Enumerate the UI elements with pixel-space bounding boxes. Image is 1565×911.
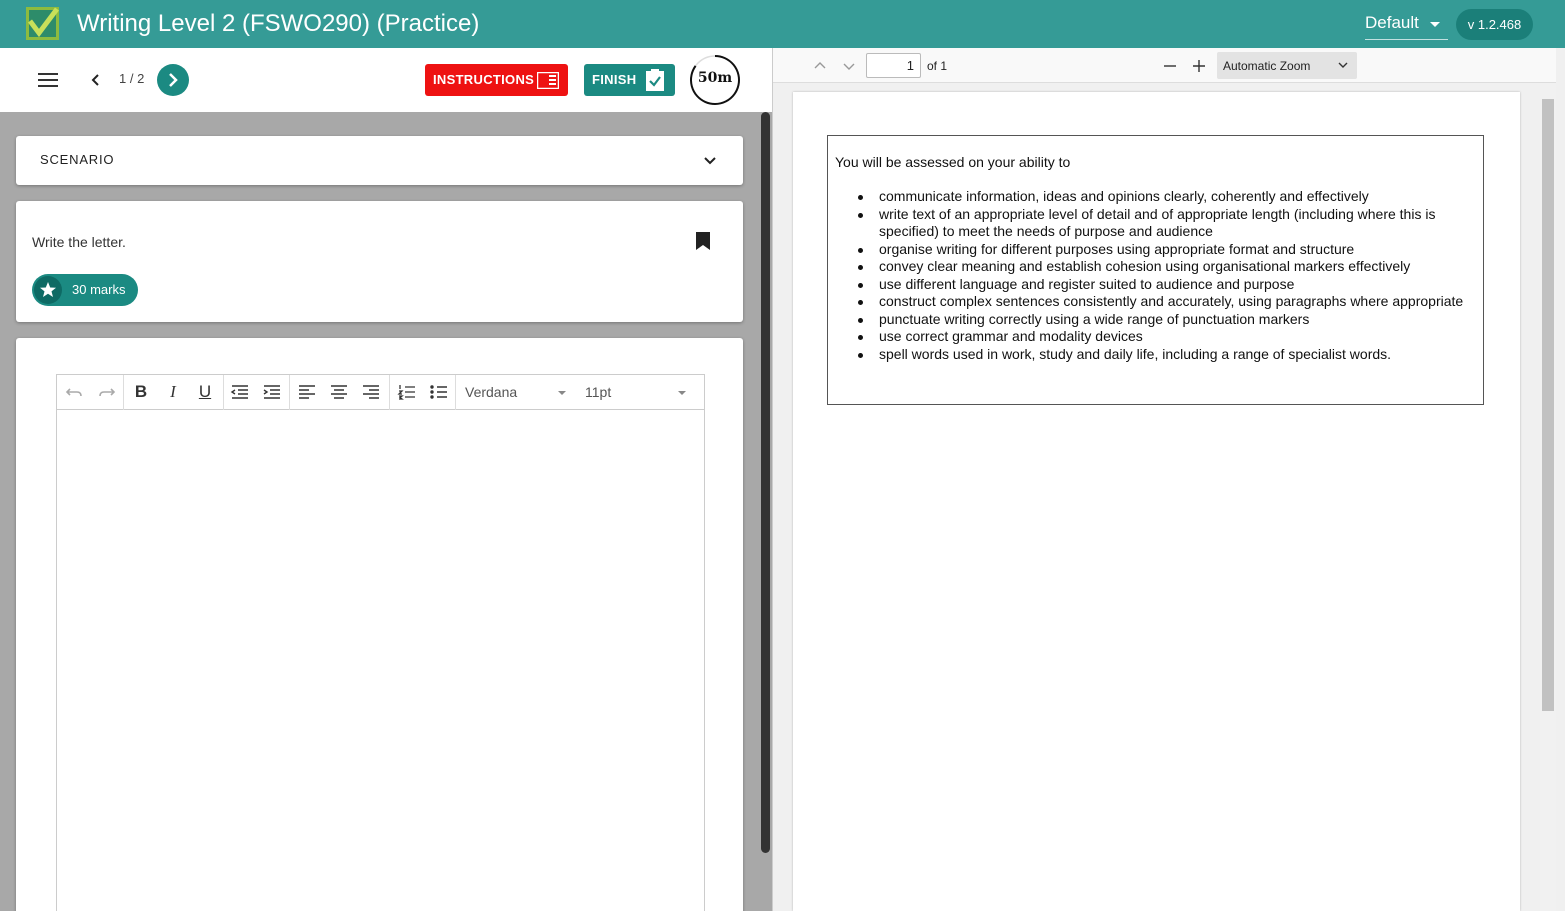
assessment-criterion: convey clear meaning and establish cohes… (835, 258, 1475, 276)
theme-value: Default (1365, 13, 1419, 32)
finish-button[interactable]: FINISH (584, 64, 675, 96)
pdf-page: You will be assessed on your ability to … (793, 92, 1520, 911)
bullet-list-icon[interactable] (427, 381, 451, 403)
chevron-down-icon[interactable] (702, 153, 718, 169)
chevron-right-icon (169, 73, 178, 87)
page-number-input[interactable]: 1 (866, 53, 921, 78)
bold-button[interactable]: B (129, 381, 153, 403)
chevron-left-icon[interactable] (86, 70, 106, 90)
question-prompt: Write the letter. (32, 234, 126, 250)
zoom-value: Automatic Zoom (1223, 59, 1311, 73)
next-question-button[interactable] (157, 64, 189, 96)
font-family-select[interactable]: Verdana (465, 384, 517, 400)
pdf-toolbar: 1 of 1 Automatic Zoom (773, 48, 1556, 83)
question-page-count: 1 / 2 (119, 71, 145, 86)
app-bar: Writing Level 2 (FSWO290) (Practice) Def… (0, 0, 1565, 48)
scenario-panel[interactable]: SCENARIO (16, 136, 743, 185)
instructions-label: INSTRUCTIONS (433, 72, 535, 87)
pdf-scrollbar[interactable] (1540, 83, 1556, 911)
question-toolbar: 1 / 2 INSTRUCTIONS FINISH 50m (0, 48, 759, 112)
toolbar-divider (389, 375, 390, 410)
assessment-criteria-box: You will be assessed on your ability to … (827, 135, 1484, 405)
document-icon (537, 72, 559, 89)
assessment-criterion: organise writing for different purposes … (835, 241, 1475, 259)
countdown-timer: 50m (689, 54, 741, 106)
version-badge: v 1.2.468 (1456, 9, 1533, 40)
assessment-criterion: use correct grammar and modality devices (835, 328, 1475, 346)
scrollbar-thumb[interactable] (1542, 99, 1554, 711)
italic-button[interactable]: I (161, 381, 185, 403)
caret-down-icon (1430, 22, 1440, 27)
app-title: Writing Level 2 (FSWO290) (Practice) (77, 10, 480, 37)
align-center-icon[interactable] (327, 381, 351, 403)
hamburger-menu-icon[interactable] (38, 73, 58, 87)
bookmark-icon[interactable] (696, 232, 710, 250)
theme-dropdown[interactable]: Default (1365, 10, 1448, 40)
marks-badge: 30 marks (32, 274, 138, 306)
underline-button[interactable]: U (193, 381, 217, 403)
rich-text-editor: B I U Verdana 11pt (56, 374, 705, 911)
caret-down-icon[interactable] (678, 391, 686, 395)
toolbar-divider (223, 375, 224, 410)
font-size-select[interactable]: 11pt (585, 384, 611, 400)
assessment-criteria-list: communicate information, ideas and opini… (835, 188, 1475, 363)
zoom-out-icon[interactable] (1161, 57, 1179, 75)
redo-icon[interactable] (94, 381, 118, 403)
caret-down-icon[interactable] (558, 391, 566, 395)
star-icon (34, 276, 62, 304)
assessment-criterion: construct complex sentences consistently… (835, 293, 1475, 311)
scrollbar-thumb[interactable] (761, 112, 770, 853)
pdf-viewer: 1 of 1 Automatic Zoom You will be assess… (772, 48, 1565, 911)
answer-card: B I U Verdana 11pt (16, 338, 743, 911)
toolbar-divider (455, 375, 456, 410)
question-panel: 1 / 2 INSTRUCTIONS FINISH 50m SCENARIO W… (0, 48, 759, 911)
logo-checkmark-icon (26, 7, 59, 40)
question-card: Write the letter. 30 marks (16, 201, 743, 322)
toolbar-divider (123, 375, 124, 410)
clipboard-check-icon (646, 69, 664, 91)
assessment-criterion: write text of an appropriate level of de… (835, 206, 1475, 241)
numbered-list-icon[interactable] (395, 381, 419, 403)
chevron-down-icon (1338, 62, 1348, 68)
marks-value: 30 marks (72, 282, 126, 297)
assessment-criterion: punctuate writing correctly using a wide… (835, 311, 1475, 329)
assessment-intro: You will be assessed on your ability to (835, 154, 1071, 170)
previous-page-icon[interactable] (811, 57, 829, 75)
timer-value: 50m (697, 70, 733, 86)
assessment-criterion: use different language and register suit… (835, 276, 1475, 294)
assessment-criterion: communicate information, ideas and opini… (835, 188, 1475, 206)
finish-label: FINISH (592, 72, 637, 87)
editor-toolbar: B I U Verdana 11pt (57, 375, 704, 410)
zoom-in-icon[interactable] (1190, 57, 1208, 75)
outdent-icon[interactable] (228, 381, 252, 403)
toolbar-divider (289, 375, 290, 410)
indent-icon[interactable] (260, 381, 284, 403)
assessment-criterion: spell words used in work, study and dail… (835, 346, 1475, 364)
scenario-title: SCENARIO (40, 152, 115, 167)
page-total: of 1 (927, 59, 948, 73)
answer-text-area[interactable] (57, 411, 704, 901)
zoom-select[interactable]: Automatic Zoom (1217, 52, 1357, 79)
align-left-icon[interactable] (295, 381, 319, 403)
align-right-icon[interactable] (359, 381, 383, 403)
undo-icon[interactable] (63, 381, 87, 403)
next-page-icon[interactable] (840, 57, 858, 75)
instructions-button[interactable]: INSTRUCTIONS (425, 64, 568, 96)
